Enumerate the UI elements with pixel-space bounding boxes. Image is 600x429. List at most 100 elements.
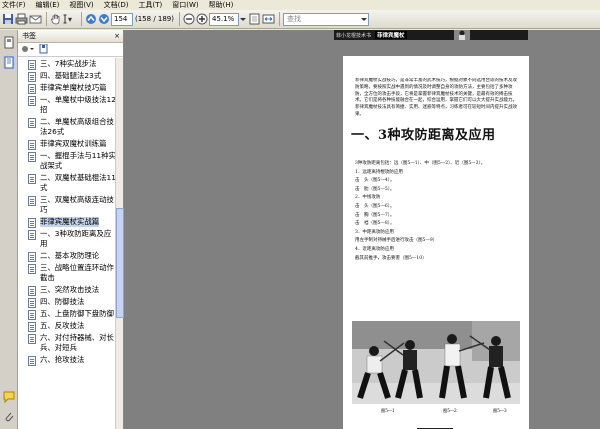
body-line: 2．中线攻防 — [355, 195, 381, 201]
bookmark-item[interactable]: 三、双魔杖高级连动技巧 — [18, 194, 116, 216]
bookmark-page-icon — [28, 152, 36, 162]
bookmark-item[interactable]: 一、单魔杖中级技法12招 — [18, 94, 116, 116]
fit-width-icon[interactable] — [262, 12, 275, 27]
bookmark-label: 二、双魔杖基础棍法11式 — [40, 173, 116, 192]
section-body: 3种攻防距离包括：远（图5—1）、中（图5—2）、近（图5—3）。 1．远距离持棍… — [355, 160, 519, 263]
body-line: 4．近距离攻防应用 — [355, 246, 394, 252]
bookmark-item[interactable]: 菲律宾魔杖实战篇 — [18, 216, 116, 228]
menu-tools[interactable]: 工具(T) — [139, 0, 163, 10]
previous-page-header-left: 菲小龙棍技术书 — [336, 32, 372, 39]
close-panel-icon[interactable]: × — [114, 30, 120, 42]
bookmark-label: 二、单魔杖高级组合技法26式 — [40, 117, 114, 136]
comments-icon[interactable] — [3, 390, 15, 404]
print-icon[interactable] — [15, 12, 28, 27]
next-page-icon[interactable] — [98, 12, 110, 27]
scrollbar-thumb[interactable] — [116, 208, 124, 318]
bookmark-item[interactable]: 二、双魔杖基础棍法11式 — [18, 172, 116, 194]
menu-window[interactable]: 窗口(W) — [172, 0, 198, 10]
svg-text:▾: ▾ — [68, 15, 72, 24]
bookmark-list: 三、7种实战步法 四、基础腿法23式 菲律宾单魔杖技巧篇 一、单魔杖中级技法12招 二、… — [18, 58, 116, 429]
menu-help[interactable]: 帮助(H) — [209, 0, 234, 10]
document-page: 菲律宾魔杖实战技巧，是非常丰富的武术技巧，根据对象不同选用合适的技术及攻防策略，… — [343, 56, 529, 429]
document-view[interactable]: 菲小龙棍技术书 菲律宾魔杖 菲律宾魔杖实战技巧，是非常丰富的武术技巧，根据对象不… — [124, 30, 600, 429]
hand-tool-icon[interactable] — [50, 12, 62, 27]
bookmark-panel-title: 书签 — [22, 32, 36, 40]
search-input[interactable]: 查找 — [283, 12, 369, 26]
bookmark-label: 一、3种攻防距离及应用 — [40, 229, 112, 248]
bookmark-page-icon — [28, 286, 36, 296]
body-line: 击 裆（图5—8）。 — [355, 221, 395, 227]
bookmark-label: 六、对付持器械、对长兵、对短兵 — [40, 333, 114, 352]
bookmark-page-icon — [28, 356, 36, 366]
bookmark-item[interactable]: 三、战略位置连环动作截击 — [18, 262, 116, 284]
body-line: 击 胸（图5—7）。 — [355, 212, 395, 218]
bookmark-page-icon — [28, 230, 36, 240]
bookmark-options-icon[interactable] — [21, 44, 35, 56]
new-bookmark-icon[interactable] — [39, 43, 49, 56]
bookmarks-panel-icon[interactable] — [3, 56, 15, 69]
bookmark-item[interactable]: 四、基础腿法23式 — [18, 70, 116, 82]
bookmark-page-icon — [28, 84, 36, 94]
menu-edit[interactable]: 编辑(E) — [36, 0, 60, 10]
email-icon[interactable] — [29, 12, 42, 27]
bookmark-label: 三、战略位置连环动作截击 — [40, 263, 114, 282]
bookmark-page-icon — [28, 96, 36, 106]
bookmark-label: 五、上盘防御下盘防御 — [40, 309, 114, 318]
bookmark-page-icon — [28, 174, 36, 184]
body-line: 击 肋（图5—5）。 — [355, 186, 395, 192]
bookmark-item[interactable]: 一、3种攻防距离及应用 — [18, 228, 116, 250]
bookmark-item[interactable]: 五、反攻技法 — [18, 320, 116, 332]
bookmark-item[interactable]: 二、单魔杖高级组合技法26式 — [18, 116, 116, 138]
search-dropdown-icon[interactable] — [360, 14, 368, 25]
page-count-label: (158 / 189) — [135, 15, 174, 23]
body-line: 用左手制对持械手后进行攻击（图5—9） — [355, 238, 438, 244]
bookmark-item[interactable]: 三、突然攻击技法 — [18, 284, 116, 296]
bookmark-page-icon — [28, 218, 36, 228]
zoom-out-icon[interactable] — [183, 12, 195, 27]
bookmark-page-icon — [28, 60, 36, 70]
previous-page-header-right: 菲律宾魔杖 — [375, 31, 407, 39]
page-number-input[interactable] — [111, 12, 133, 26]
pages-panel-icon[interactable] — [3, 36, 15, 49]
prev-page-icon[interactable] — [85, 12, 97, 27]
bookmark-label: 三、7种实战步法 — [40, 59, 97, 68]
body-line: 3种攻防距离包括：远（图5—1）、中（图5—2）、近（图5—3）。 — [355, 161, 486, 166]
bookmark-scrollbar[interactable] — [115, 58, 124, 429]
menu-bar: 文件(F) 编辑(E) 视图(V) 文档(D) 工具(T) 窗口(W) 帮助(H… — [0, 0, 600, 10]
attachments-icon[interactable] — [3, 410, 15, 423]
toolbar-separator — [179, 12, 180, 26]
bookmark-item[interactable]: 一、握棍手法与11种实战架式 — [18, 150, 116, 172]
figure-caption-1: 图5—1 — [381, 408, 395, 413]
bookmark-page-icon — [28, 196, 36, 206]
save-icon[interactable] — [2, 12, 14, 27]
bookmark-panel: 书签 × 三、7种实战步法四、基础腿法23式 菲律宾单魔杖技巧篇一、单魔杖中级技法… — [18, 30, 124, 429]
menu-file[interactable]: 文件(F) — [2, 0, 26, 10]
bookmark-item[interactable]: 二、基本攻防理论 — [18, 250, 116, 262]
bookmark-item[interactable]: 六、抢攻技法 — [18, 354, 116, 366]
bookmark-item[interactable]: 四、防御技法 — [18, 296, 116, 308]
bookmark-label: 菲律宾魔杖实战篇 — [40, 217, 100, 227]
bookmark-page-icon — [28, 334, 36, 344]
toolbar-separator — [279, 12, 280, 26]
bookmark-item[interactable]: 三、7种实战步法 — [18, 58, 116, 70]
zoom-in-icon[interactable] — [196, 12, 208, 27]
zoom-input[interactable] — [209, 12, 239, 26]
bookmark-page-icon — [28, 322, 36, 332]
bookmark-label: 四、防御技法 — [40, 297, 85, 306]
bookmark-label: 菲律宾单魔杖技巧篇 — [40, 83, 107, 92]
bookmark-panel-header: 书签 × — [18, 30, 123, 43]
figure-photo — [352, 321, 520, 404]
body-line: 1．远距离持棍攻防应用 — [355, 169, 403, 175]
bookmark-item[interactable]: 菲律宾双魔杖训练篇 — [18, 138, 116, 150]
toolbar-separator — [46, 12, 47, 26]
menu-document[interactable]: 文档(D) — [104, 0, 129, 10]
zoom-dropdown-icon[interactable] — [239, 12, 247, 27]
bookmark-item[interactable]: 五、上盘防御下盘防御 — [18, 308, 116, 320]
select-text-icon[interactable]: ▾ — [63, 12, 77, 27]
toolbar-separator — [81, 12, 82, 26]
bookmark-item[interactable]: 六、对付持器械、对长兵、对短兵 — [18, 332, 116, 354]
bookmark-page-icon — [28, 298, 36, 308]
fit-page-icon[interactable] — [248, 12, 261, 27]
menu-view[interactable]: 视图(V) — [69, 0, 93, 10]
bookmark-item[interactable]: 菲律宾单魔杖技巧篇 — [18, 82, 116, 94]
